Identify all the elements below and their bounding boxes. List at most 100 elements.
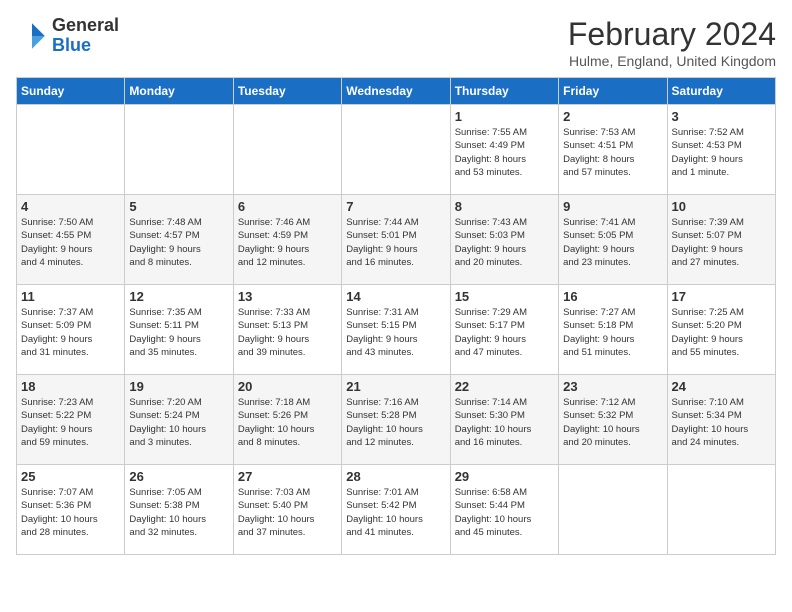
day-number: 12 xyxy=(129,289,228,304)
month-year: February 2024 xyxy=(568,16,776,53)
calendar-cell: 27 Sunrise: 7:03 AM Sunset: 5:40 PM Dayli… xyxy=(233,465,341,555)
day-number: 1 xyxy=(455,109,554,124)
day-info: Sunrise: 7:41 AM Sunset: 5:05 PM Dayligh… xyxy=(563,216,662,269)
column-header-saturday: Saturday xyxy=(667,78,775,105)
day-number: 13 xyxy=(238,289,337,304)
day-info: Sunrise: 7:03 AM Sunset: 5:40 PM Dayligh… xyxy=(238,486,337,539)
day-info: Sunrise: 7:27 AM Sunset: 5:18 PM Dayligh… xyxy=(563,306,662,359)
day-number: 6 xyxy=(238,199,337,214)
day-info: Sunrise: 7:29 AM Sunset: 5:17 PM Dayligh… xyxy=(455,306,554,359)
day-info: Sunrise: 7:53 AM Sunset: 4:51 PM Dayligh… xyxy=(563,126,662,179)
day-number: 27 xyxy=(238,469,337,484)
day-number: 26 xyxy=(129,469,228,484)
day-info: Sunrise: 7:52 AM Sunset: 4:53 PM Dayligh… xyxy=(672,126,771,179)
calendar-table: SundayMondayTuesdayWednesdayThursdayFrid… xyxy=(16,77,776,555)
calendar-cell: 9 Sunrise: 7:41 AM Sunset: 5:05 PM Daylig… xyxy=(559,195,667,285)
logo: General Blue xyxy=(16,16,119,56)
day-info: Sunrise: 7:18 AM Sunset: 5:26 PM Dayligh… xyxy=(238,396,337,449)
column-header-monday: Monday xyxy=(125,78,233,105)
calendar-week-row: 1 Sunrise: 7:55 AM Sunset: 4:49 PM Daylig… xyxy=(17,105,776,195)
column-header-wednesday: Wednesday xyxy=(342,78,450,105)
day-number: 16 xyxy=(563,289,662,304)
day-info: Sunrise: 7:39 AM Sunset: 5:07 PM Dayligh… xyxy=(672,216,771,269)
day-number: 4 xyxy=(21,199,120,214)
day-number: 3 xyxy=(672,109,771,124)
calendar-cell: 19 Sunrise: 7:20 AM Sunset: 5:24 PM Dayli… xyxy=(125,375,233,465)
calendar-cell xyxy=(233,105,341,195)
calendar-cell: 16 Sunrise: 7:27 AM Sunset: 5:18 PM Dayli… xyxy=(559,285,667,375)
day-number: 22 xyxy=(455,379,554,394)
calendar-cell: 21 Sunrise: 7:16 AM Sunset: 5:28 PM Dayli… xyxy=(342,375,450,465)
day-number: 29 xyxy=(455,469,554,484)
day-number: 7 xyxy=(346,199,445,214)
day-number: 24 xyxy=(672,379,771,394)
calendar-cell xyxy=(559,465,667,555)
title-block: February 2024 Hulme, England, United Kin… xyxy=(568,16,776,69)
column-header-thursday: Thursday xyxy=(450,78,558,105)
day-info: Sunrise: 7:05 AM Sunset: 5:38 PM Dayligh… xyxy=(129,486,228,539)
column-header-friday: Friday xyxy=(559,78,667,105)
calendar-week-row: 4 Sunrise: 7:50 AM Sunset: 4:55 PM Daylig… xyxy=(17,195,776,285)
calendar-cell: 14Sunrise: 7:31 AM Sunset: 5:15 PM Dayli… xyxy=(342,285,450,375)
column-header-tuesday: Tuesday xyxy=(233,78,341,105)
day-number: 28 xyxy=(346,469,445,484)
calendar-cell: 29 Sunrise: 6:58 AM Sunset: 5:44 PM Dayli… xyxy=(450,465,558,555)
calendar-cell: 20 Sunrise: 7:18 AM Sunset: 5:26 PM Dayli… xyxy=(233,375,341,465)
day-number: 25 xyxy=(21,469,120,484)
calendar-cell: 7Sunrise: 7:44 AM Sunset: 5:01 PM Daylig… xyxy=(342,195,450,285)
calendar-header-row: SundayMondayTuesdayWednesdayThursdayFrid… xyxy=(17,78,776,105)
day-number: 14 xyxy=(346,289,445,304)
day-info: Sunrise: 7:35 AM Sunset: 5:11 PM Dayligh… xyxy=(129,306,228,359)
day-info: Sunrise: 7:37 AM Sunset: 5:09 PM Dayligh… xyxy=(21,306,120,359)
calendar-cell: 26 Sunrise: 7:05 AM Sunset: 5:38 PM Dayli… xyxy=(125,465,233,555)
logo-blue: Blue xyxy=(52,35,91,55)
day-info: Sunrise: 7:23 AM Sunset: 5:22 PM Dayligh… xyxy=(21,396,120,449)
day-number: 5 xyxy=(129,199,228,214)
day-info: Sunrise: 7:55 AM Sunset: 4:49 PM Dayligh… xyxy=(455,126,554,179)
day-info: Sunrise: 6:58 AM Sunset: 5:44 PM Dayligh… xyxy=(455,486,554,539)
calendar-cell: 11 Sunrise: 7:37 AM Sunset: 5:09 PM Dayli… xyxy=(17,285,125,375)
calendar-cell: 28Sunrise: 7:01 AM Sunset: 5:42 PM Dayli… xyxy=(342,465,450,555)
day-number: 23 xyxy=(563,379,662,394)
calendar-cell: 2 Sunrise: 7:53 AM Sunset: 4:51 PM Daylig… xyxy=(559,105,667,195)
header-area: General Blue February 2024 Hulme, Englan… xyxy=(16,16,776,69)
calendar-week-row: 25 Sunrise: 7:07 AM Sunset: 5:36 PM Dayli… xyxy=(17,465,776,555)
day-info: Sunrise: 7:46 AM Sunset: 4:59 PM Dayligh… xyxy=(238,216,337,269)
day-info: Sunrise: 7:43 AM Sunset: 5:03 PM Dayligh… xyxy=(455,216,554,269)
calendar-cell: 6 Sunrise: 7:46 AM Sunset: 4:59 PM Daylig… xyxy=(233,195,341,285)
day-number: 19 xyxy=(129,379,228,394)
calendar-cell: 24 Sunrise: 7:10 AM Sunset: 5:34 PM Dayli… xyxy=(667,375,775,465)
day-number: 18 xyxy=(21,379,120,394)
calendar-cell: 12 Sunrise: 7:35 AM Sunset: 5:11 PM Dayli… xyxy=(125,285,233,375)
calendar-cell: 3 Sunrise: 7:52 AM Sunset: 4:53 PM Daylig… xyxy=(667,105,775,195)
calendar-week-row: 18 Sunrise: 7:23 AM Sunset: 5:22 PM Dayli… xyxy=(17,375,776,465)
calendar-body: 1 Sunrise: 7:55 AM Sunset: 4:49 PM Daylig… xyxy=(17,105,776,555)
day-number: 11 xyxy=(21,289,120,304)
day-number: 9 xyxy=(563,199,662,214)
calendar-cell: 22 Sunrise: 7:14 AM Sunset: 5:30 PM Dayli… xyxy=(450,375,558,465)
calendar-cell: 18 Sunrise: 7:23 AM Sunset: 5:22 PM Dayli… xyxy=(17,375,125,465)
calendar-cell xyxy=(667,465,775,555)
day-info: Sunrise: 7:14 AM Sunset: 5:30 PM Dayligh… xyxy=(455,396,554,449)
day-info: Sunrise: 7:16 AM Sunset: 5:28 PM Dayligh… xyxy=(346,396,445,449)
day-number: 8 xyxy=(455,199,554,214)
day-number: 20 xyxy=(238,379,337,394)
day-info: Sunrise: 7:12 AM Sunset: 5:32 PM Dayligh… xyxy=(563,396,662,449)
day-number: 2 xyxy=(563,109,662,124)
day-info: Sunrise: 7:10 AM Sunset: 5:34 PM Dayligh… xyxy=(672,396,771,449)
day-number: 10 xyxy=(672,199,771,214)
day-number: 17 xyxy=(672,289,771,304)
calendar-cell: 1 Sunrise: 7:55 AM Sunset: 4:49 PM Daylig… xyxy=(450,105,558,195)
day-info: Sunrise: 7:48 AM Sunset: 4:57 PM Dayligh… xyxy=(129,216,228,269)
day-info: Sunrise: 7:50 AM Sunset: 4:55 PM Dayligh… xyxy=(21,216,120,269)
calendar-cell xyxy=(125,105,233,195)
day-info: Sunrise: 7:20 AM Sunset: 5:24 PM Dayligh… xyxy=(129,396,228,449)
day-number: 21 xyxy=(346,379,445,394)
day-number: 15 xyxy=(455,289,554,304)
calendar-cell: 5 Sunrise: 7:48 AM Sunset: 4:57 PM Daylig… xyxy=(125,195,233,285)
calendar-week-row: 11 Sunrise: 7:37 AM Sunset: 5:09 PM Dayli… xyxy=(17,285,776,375)
day-info: Sunrise: 7:07 AM Sunset: 5:36 PM Dayligh… xyxy=(21,486,120,539)
logo-text: General Blue xyxy=(52,16,119,56)
calendar-cell: 17Sunrise: 7:25 AM Sunset: 5:20 PM Dayli… xyxy=(667,285,775,375)
calendar-cell: 10 Sunrise: 7:39 AM Sunset: 5:07 PM Dayli… xyxy=(667,195,775,285)
